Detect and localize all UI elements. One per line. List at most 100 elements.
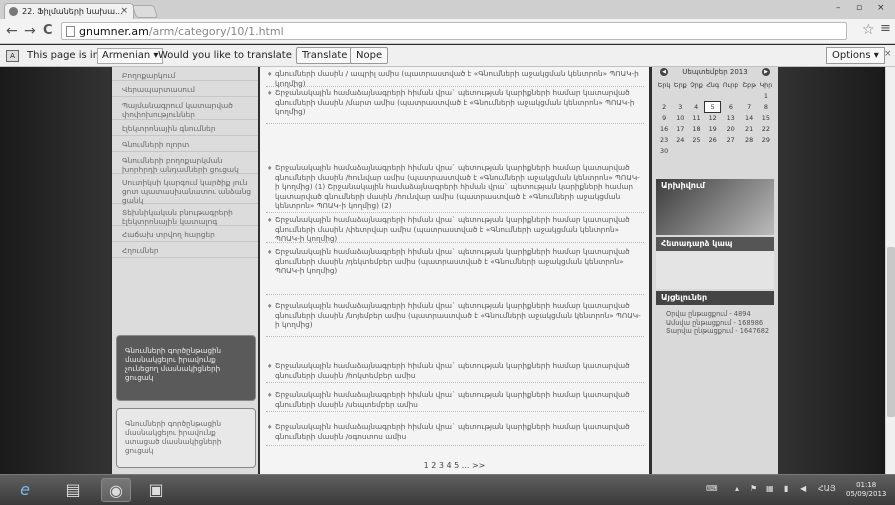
list-item[interactable]: ♦ Շրջանակային համաձայնագրերի հիման վրա` պ… bbox=[266, 301, 644, 337]
sidebar-item[interactable]: Գնումների ոլորտ bbox=[112, 136, 258, 152]
clock[interactable]: 01:18 05/09/2013 bbox=[846, 481, 886, 499]
language-indicator[interactable]: ՀԱՅ bbox=[818, 484, 836, 493]
sidebar-item[interactable]: Բողոքարկում bbox=[112, 67, 258, 81]
promo-block-2[interactable]: Գնումների գործընթացին մասնակցելու իրավու… bbox=[116, 408, 256, 468]
bullet-icon: ♦ bbox=[267, 217, 273, 224]
calendar-day[interactable]: 18 bbox=[688, 123, 704, 134]
sidebar-item[interactable]: Տեխնիկական բնութագրերի էլեկտրոնային կատա… bbox=[112, 204, 258, 226]
translate-close-icon[interactable]: × bbox=[884, 49, 892, 59]
translate-button[interactable]: Translate bbox=[296, 47, 354, 64]
address-bar[interactable]: gnumner.am/arm/category/10/1.html bbox=[61, 22, 847, 40]
calendar-weekday: Երկ bbox=[657, 80, 671, 89]
calendar-day[interactable]: 1 bbox=[758, 90, 774, 101]
document-icon[interactable]: ▣ bbox=[141, 478, 171, 502]
calendar-day[interactable]: 22 bbox=[758, 123, 774, 134]
browser-tab[interactable]: 22. Ֆիլմաների նախա... × bbox=[4, 3, 134, 19]
signal-icon[interactable]: ▮ bbox=[784, 484, 788, 493]
bullet-icon: ♦ bbox=[267, 392, 273, 399]
calendar-day[interactable]: 5 bbox=[703, 100, 722, 113]
network-icon[interactable]: ▦ bbox=[766, 484, 774, 493]
calendar-day[interactable]: 10 bbox=[672, 112, 688, 123]
visitors-title: Այցելուներ bbox=[661, 293, 708, 302]
options-button[interactable]: Options ▾ bbox=[826, 47, 885, 64]
page-scrollbar[interactable] bbox=[885, 67, 895, 474]
calendar-day[interactable]: 12 bbox=[705, 112, 721, 123]
new-tab-button[interactable] bbox=[131, 5, 159, 18]
list-item[interactable]: ♦ Շրջանակային համաձայնագրերի հիման վրա` պ… bbox=[266, 390, 644, 412]
calendar-day[interactable]: 16 bbox=[656, 123, 672, 134]
back-arrow-icon[interactable]: ← bbox=[6, 23, 18, 39]
flag-icon[interactable]: ⚑ bbox=[750, 484, 757, 493]
calendar-day bbox=[656, 90, 672, 101]
calendar-day[interactable]: 20 bbox=[721, 123, 741, 134]
visitors-header: Այցելուներ bbox=[656, 291, 774, 305]
promo-block-1[interactable]: Գնումների գործընթացին մասնակցելու իրավու… bbox=[116, 335, 256, 401]
menu-icon[interactable]: ≡ bbox=[880, 21, 891, 36]
ie-icon[interactable]: e bbox=[10, 478, 40, 502]
calendar-day[interactable]: 2 bbox=[656, 101, 672, 112]
maximize-button[interactable]: ▫ bbox=[856, 3, 862, 13]
chrome-icon[interactable]: ◉ bbox=[101, 478, 131, 502]
explorer-icon[interactable]: ▤ bbox=[58, 478, 88, 502]
sidebar-item[interactable]: Գնումների բողոքարկման խորհրդի անդամների … bbox=[112, 152, 258, 174]
prev-month-icon[interactable]: ◀ bbox=[660, 68, 668, 76]
calendar-day[interactable]: 14 bbox=[741, 112, 758, 123]
tray-arrow-icon[interactable]: ▴ bbox=[735, 484, 739, 493]
sidebar-item[interactable]: Հղումներ bbox=[112, 242, 258, 258]
list-item-text: Շրջանակային համաձայնագրերի հիման վրա` պե… bbox=[275, 390, 630, 409]
list-item[interactable]: ♦ Շրջանակային համաձայնագրերի հիման վրա` պ… bbox=[266, 215, 644, 243]
sidebar-item[interactable]: Հաճախ տրվող հարցեր bbox=[112, 226, 258, 242]
reload-icon[interactable]: C bbox=[43, 23, 53, 39]
calendar-day[interactable]: 29 bbox=[758, 134, 774, 145]
list-item-text: Շրջանակային համաձայնագրերի հիման վրա` պե… bbox=[275, 215, 630, 243]
calendar-day[interactable]: 26 bbox=[705, 134, 721, 145]
calendar-day[interactable]: 8 bbox=[758, 101, 774, 112]
list-item[interactable]: ♦ Շրջանակային համաձայնագրերի հիման վրա` պ… bbox=[266, 247, 644, 295]
minimize-button[interactable]: – bbox=[836, 3, 841, 13]
list-item[interactable]: ♦ Շրջանակային համաձայնագրերի հիման վրա` պ… bbox=[266, 361, 644, 383]
calendar-day[interactable]: 15 bbox=[758, 112, 774, 123]
volume-icon[interactable]: ◀ bbox=[800, 484, 806, 493]
keyboard-icon[interactable]: ⌨ bbox=[706, 484, 718, 493]
sidebar-item[interactable]: Պայմանագրում կատարված փոփոխություններ bbox=[112, 97, 258, 120]
calendar-day[interactable]: 17 bbox=[672, 123, 688, 134]
list-item[interactable]: ♦ գնումների մասին / ապրիլ ամիս (պատրաստվա… bbox=[266, 69, 644, 88]
list-item[interactable]: ♦ Շրջանակային համաձայնագրերի հիման վրա` պ… bbox=[266, 163, 644, 213]
calendar-day[interactable]: 24 bbox=[672, 134, 688, 145]
calendar-day[interactable]: 11 bbox=[688, 112, 704, 123]
calendar-day[interactable]: 13 bbox=[721, 112, 741, 123]
list-item[interactable]: ♦ Շրջանակային համաձայնագրերի հիման վրա` պ… bbox=[266, 422, 644, 446]
calendar-day[interactable]: 6 bbox=[721, 101, 741, 112]
tab-close-icon[interactable]: × bbox=[120, 4, 128, 19]
calendar-day[interactable]: 27 bbox=[721, 134, 741, 145]
window-close-button[interactable]: × bbox=[877, 3, 885, 13]
right-sidebar: ◀ Սեպտեմբեր 2013 ▶ Երկ Երք Չրք Հնգ Ուրբ Շբթ Կի… bbox=[652, 67, 778, 474]
forward-arrow-icon[interactable]: → bbox=[24, 23, 36, 39]
calendar-day[interactable]: 19 bbox=[705, 123, 721, 134]
calendar-day[interactable]: 28 bbox=[741, 134, 758, 145]
scrollbar-thumb[interactable] bbox=[887, 247, 895, 417]
list-item[interactable]: ♦ Շրջանակային համաձայնագրերի հիման վրա` պ… bbox=[266, 88, 644, 124]
calendar-day[interactable]: 9 bbox=[656, 112, 672, 123]
calendar-day[interactable]: 23 bbox=[656, 134, 672, 145]
bookmark-star-icon[interactable]: ☆ bbox=[862, 22, 875, 38]
language-select[interactable]: Armenian ▾ bbox=[97, 48, 164, 64]
calendar-day[interactable]: 3 bbox=[672, 101, 688, 112]
calendar-day[interactable]: 30 bbox=[656, 145, 672, 156]
browser-toolbar: ← → C gnumner.am/arm/category/10/1.html … bbox=[0, 19, 895, 44]
nope-button[interactable]: Nope bbox=[350, 47, 389, 64]
promo-text-2: Գնումների գործընթացին մասնակցելու իրավու… bbox=[125, 419, 222, 455]
visitor-stats: Օրվա ընթացքում - 4894 Ամսվա ընթացքում - … bbox=[666, 310, 769, 336]
pagination[interactable]: 1 2 3 4 5 ... >> bbox=[260, 461, 649, 470]
next-month-icon[interactable]: ▶ bbox=[762, 68, 770, 76]
feedback-banner[interactable]: Հետադարձ կապ bbox=[656, 237, 774, 289]
archive-banner[interactable]: Արխիվում bbox=[656, 179, 774, 235]
sidebar-item[interactable]: Վերապարտասում bbox=[112, 81, 258, 97]
calendar-day[interactable]: 25 bbox=[688, 134, 704, 145]
calendar-day[interactable]: 7 bbox=[741, 101, 758, 112]
calendar-day[interactable]: 21 bbox=[741, 123, 758, 134]
calendar-day[interactable]: 4 bbox=[688, 101, 704, 112]
sidebar-nav: Բողոքարկում Վերապարտասում Պայմանագրում կատ… bbox=[112, 67, 258, 474]
sidebar-item[interactable]: Սուտիկսի կարգում կարծիք յուն ցոտ պատասխա… bbox=[112, 174, 258, 205]
sidebar-item[interactable]: էլեկտրոնային գնումներ bbox=[112, 120, 258, 136]
